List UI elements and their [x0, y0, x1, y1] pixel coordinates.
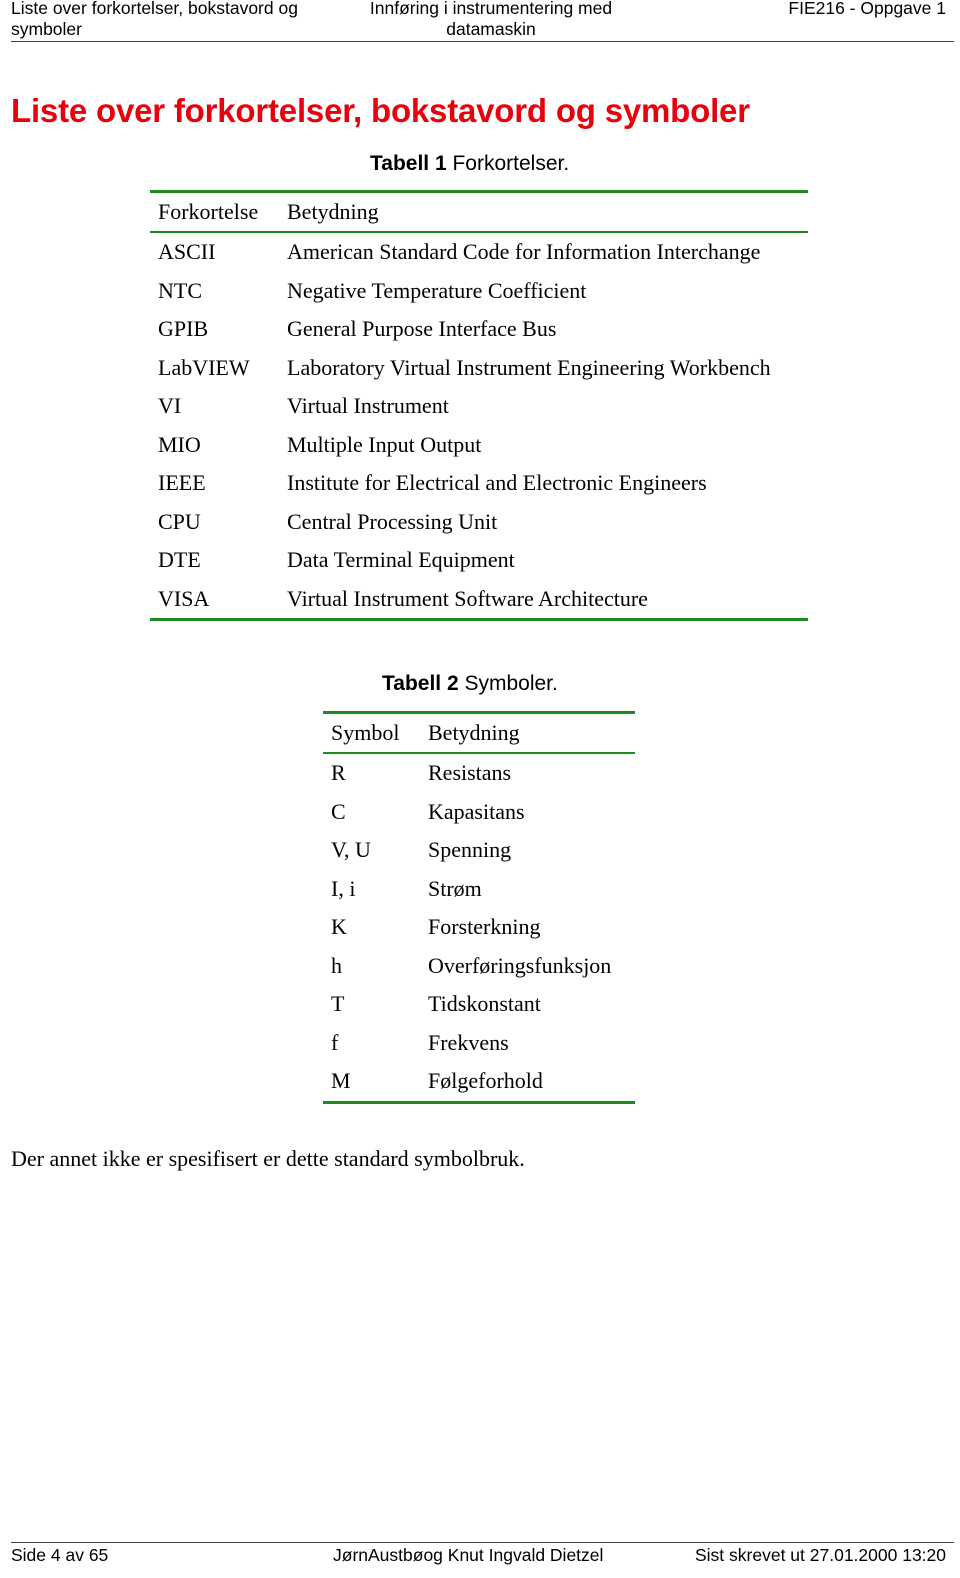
cell-key: LabVIEW — [158, 354, 250, 380]
header-course-name: Innføring i instrumentering med datamask… — [369, 0, 613, 39]
symbols-table: Symbol Betydning R Resistans C Kapasitans V,… — [323, 711, 635, 1104]
table-row: V, U Spenning — [323, 831, 635, 870]
cell-key: NTC — [158, 277, 202, 303]
cell-key: GPIB — [158, 316, 209, 342]
cell-meaning: General Purpose Interface Bus — [287, 316, 557, 342]
footer-print-date: Sist skrevet ut 27.01.2000 13:20 — [695, 1545, 946, 1565]
cell-meaning: Følgeforhold — [428, 1068, 543, 1094]
cell-meaning: Tidskonstant — [428, 991, 541, 1017]
table-row: NTC Negative Temperature Coefficient — [150, 272, 808, 311]
cell-key: VI — [158, 393, 182, 419]
cell-meaning: Overføringsfunksjon — [428, 952, 612, 978]
cell-key: h — [331, 952, 342, 978]
table2-caption-text: Symboler. — [458, 672, 558, 695]
footer-page-number: Side 4 av 65 — [11, 1545, 109, 1565]
cell-meaning: Virtual Instrument Software Architecture — [287, 585, 648, 611]
cell-meaning: Data Terminal Equipment — [287, 547, 515, 573]
cell-key: R — [331, 760, 346, 786]
table2-caption-label: Tabell 2 — [382, 672, 459, 695]
table-row: MIO Multiple Input Output — [150, 426, 808, 465]
cell-key: ASCII — [158, 239, 216, 265]
cell-meaning: Forsterkning — [428, 914, 541, 940]
table2-caption: Tabell 2 Symboler. — [382, 672, 558, 696]
page-footer: Side 4 av 65 JørnAustbøog Knut Ingvald D… — [11, 1542, 954, 1578]
cell-key: IEEE — [158, 470, 206, 496]
table-header-row: Symbol Betydning — [323, 712, 635, 753]
cell-meaning: Negative Temperature Coefficient — [287, 277, 587, 303]
abbreviations-table: Forkortelse Betydning ASCII American Stan… — [150, 190, 808, 621]
cell-meaning: Institute for Electrical and Electronic … — [287, 470, 707, 496]
table-header-row: Forkortelse Betydning — [150, 191, 808, 232]
table-row: K Forsterkning — [323, 908, 635, 947]
table-row: M Følgeforhold — [323, 1062, 635, 1102]
header-document-title: Liste over forkortelser, bokstavord og s… — [11, 0, 298, 39]
cell-meaning: Frekvens — [428, 1029, 509, 1055]
table-row: CPU Central Processing Unit — [150, 503, 808, 542]
cell-meaning: Strøm — [428, 875, 482, 901]
cell-meaning: American Standard Code for Information I… — [287, 239, 761, 265]
cell-key: f — [331, 1029, 339, 1055]
page-title: Liste over forkortelser, bokstavord og s… — [11, 92, 750, 129]
cell-key: C — [331, 798, 346, 824]
column-header-meaning: Betydning — [287, 199, 379, 224]
cell-meaning: Central Processing Unit — [287, 508, 498, 534]
cell-meaning: Multiple Input Output — [287, 431, 482, 457]
table-row: IEEE Institute for Electrical and Electro… — [150, 464, 808, 503]
cell-key: M — [331, 1068, 351, 1094]
column-header-abbreviation: Forkortelse — [158, 199, 259, 224]
page-header: Liste over forkortelser, bokstavord og s… — [11, 0, 954, 42]
table-row: T Tidskonstant — [323, 985, 635, 1024]
cell-key: I, i — [331, 875, 356, 901]
table-row: I, i Strøm — [323, 870, 635, 909]
table-row: ASCII American Standard Code for Informat… — [150, 232, 808, 272]
table-row: GPIB General Purpose Interface Bus — [150, 310, 808, 349]
cell-key: K — [331, 914, 347, 940]
table1-caption: Tabell 1 Forkortelser. — [370, 152, 569, 176]
cell-meaning: Laboratory Virtual Instrument Engineerin… — [287, 354, 771, 380]
table-row: f Frekvens — [323, 1024, 635, 1063]
table-row: LabVIEW Laboratory Virtual Instrument Eng… — [150, 349, 808, 388]
cell-key: V, U — [331, 837, 371, 863]
cell-key: CPU — [158, 508, 201, 534]
column-header-meaning: Betydning — [428, 720, 520, 745]
table-row: h Overføringsfunksjon — [323, 947, 635, 986]
cell-meaning: Spenning — [428, 837, 512, 863]
table-row: VISA Virtual Instrument Software Architec… — [150, 580, 808, 620]
cell-key: VISA — [158, 585, 210, 611]
table-row: C Kapasitans — [323, 793, 635, 832]
cell-key: MIO — [158, 431, 201, 457]
table-row: R Resistans — [323, 753, 635, 793]
footer-authors: JørnAustbøog Knut Ingvald Dietzel — [333, 1545, 604, 1565]
symbol-usage-note: Der annet ikke er spesifisert er dette s… — [11, 1146, 525, 1171]
table-row: DTE Data Terminal Equipment — [150, 541, 808, 580]
table1-caption-label: Tabell 1 — [370, 152, 447, 175]
cell-meaning: Resistans — [428, 760, 512, 786]
cell-meaning: Kapasitans — [428, 798, 525, 824]
cell-meaning: Virtual Instrument — [287, 393, 449, 419]
table-row: VI Virtual Instrument — [150, 387, 808, 426]
cell-key: DTE — [158, 547, 201, 573]
cell-key: T — [331, 991, 345, 1017]
column-header-symbol: Symbol — [331, 720, 400, 745]
header-course-code: FIE216 - Oppgave 1 — [788, 0, 946, 18]
table1-caption-text: Forkortelser. — [446, 152, 570, 175]
